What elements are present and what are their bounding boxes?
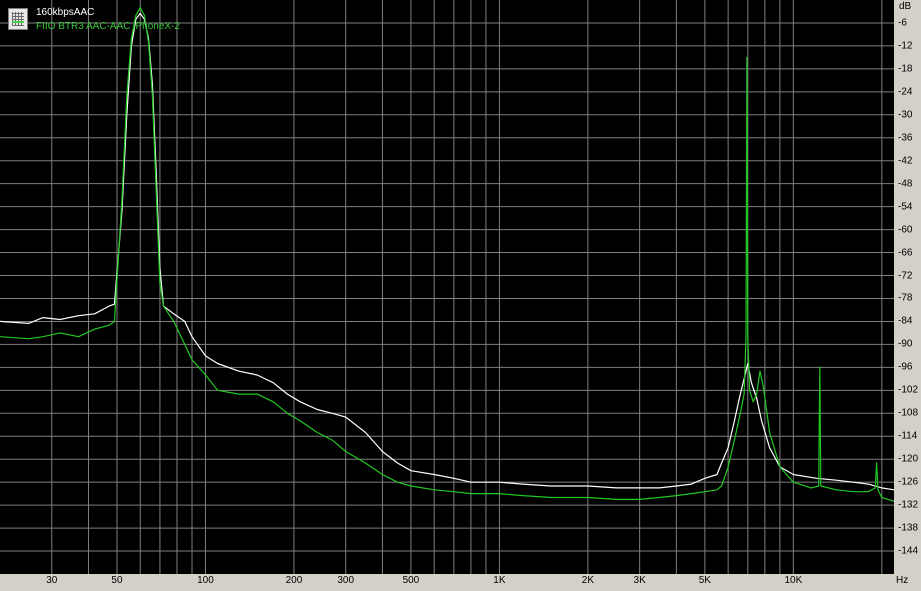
y-tick-label: -24 <box>898 86 913 98</box>
x-tick-label: 5K <box>698 575 711 586</box>
y-tick-label: -132 <box>898 499 919 511</box>
y-tick-label: -48 <box>898 178 913 190</box>
y-axis-unit: dB <box>899 1 912 12</box>
x-tick-label: 1K <box>493 575 506 586</box>
x-axis-unit: Hz <box>896 575 909 586</box>
y-tick-label: -66 <box>898 247 913 259</box>
x-tick-label: 50 <box>111 575 123 586</box>
x-tick-label: 3K <box>633 575 646 586</box>
y-tick-label: -144 <box>898 545 919 557</box>
x-tick-label: 500 <box>402 575 420 586</box>
y-tick-label: -96 <box>898 361 913 373</box>
series-line-0 <box>0 12 894 491</box>
y-tick-label: -6 <box>898 17 907 29</box>
grid-layer <box>0 0 894 574</box>
legend-entry-160kbps-aac: 160kbpsAAC <box>36 7 95 18</box>
y-tick-label: -108 <box>898 407 919 419</box>
x-tick-label: 2K <box>581 575 594 586</box>
y-tick-label: -54 <box>898 201 913 213</box>
x-tick-label: 30 <box>46 575 58 586</box>
y-tick-label: -90 <box>898 338 913 350</box>
y-tick-label: -102 <box>898 384 919 396</box>
spectrum-chart <box>0 0 894 574</box>
plot-area: 160kbpsAAC FIIO BTR3 AAC-AAC iPhoneX-2 <box>0 0 894 574</box>
y-tick-label: -12 <box>898 40 913 52</box>
y-tick-label: -78 <box>898 292 913 304</box>
x-tick-label: 300 <box>337 575 355 586</box>
series-layer <box>0 7 894 502</box>
y-tick-label: -126 <box>898 476 919 488</box>
y-tick-label: -36 <box>898 132 913 144</box>
y-tick-label: -84 <box>898 315 913 327</box>
y-tick-label: -42 <box>898 155 913 167</box>
x-tick-label: 10K <box>784 575 803 586</box>
y-tick-label: -138 <box>898 522 919 534</box>
x-tick-label: 100 <box>197 575 214 586</box>
y-tick-label: -18 <box>898 63 913 75</box>
y-tick-label: -30 <box>898 109 913 121</box>
y-tick-label: -60 <box>898 224 913 236</box>
y-tick-label: -114 <box>898 430 918 442</box>
legend-entry-fiio-btr3: FIIO BTR3 AAC-AAC iPhoneX-2 <box>36 21 180 32</box>
x-tick-label: 200 <box>285 575 303 586</box>
series-line-1 <box>0 7 894 502</box>
graph-settings-icon[interactable] <box>8 8 28 30</box>
y-tick-label: -120 <box>898 453 919 465</box>
y-tick-label: -72 <box>898 270 913 282</box>
